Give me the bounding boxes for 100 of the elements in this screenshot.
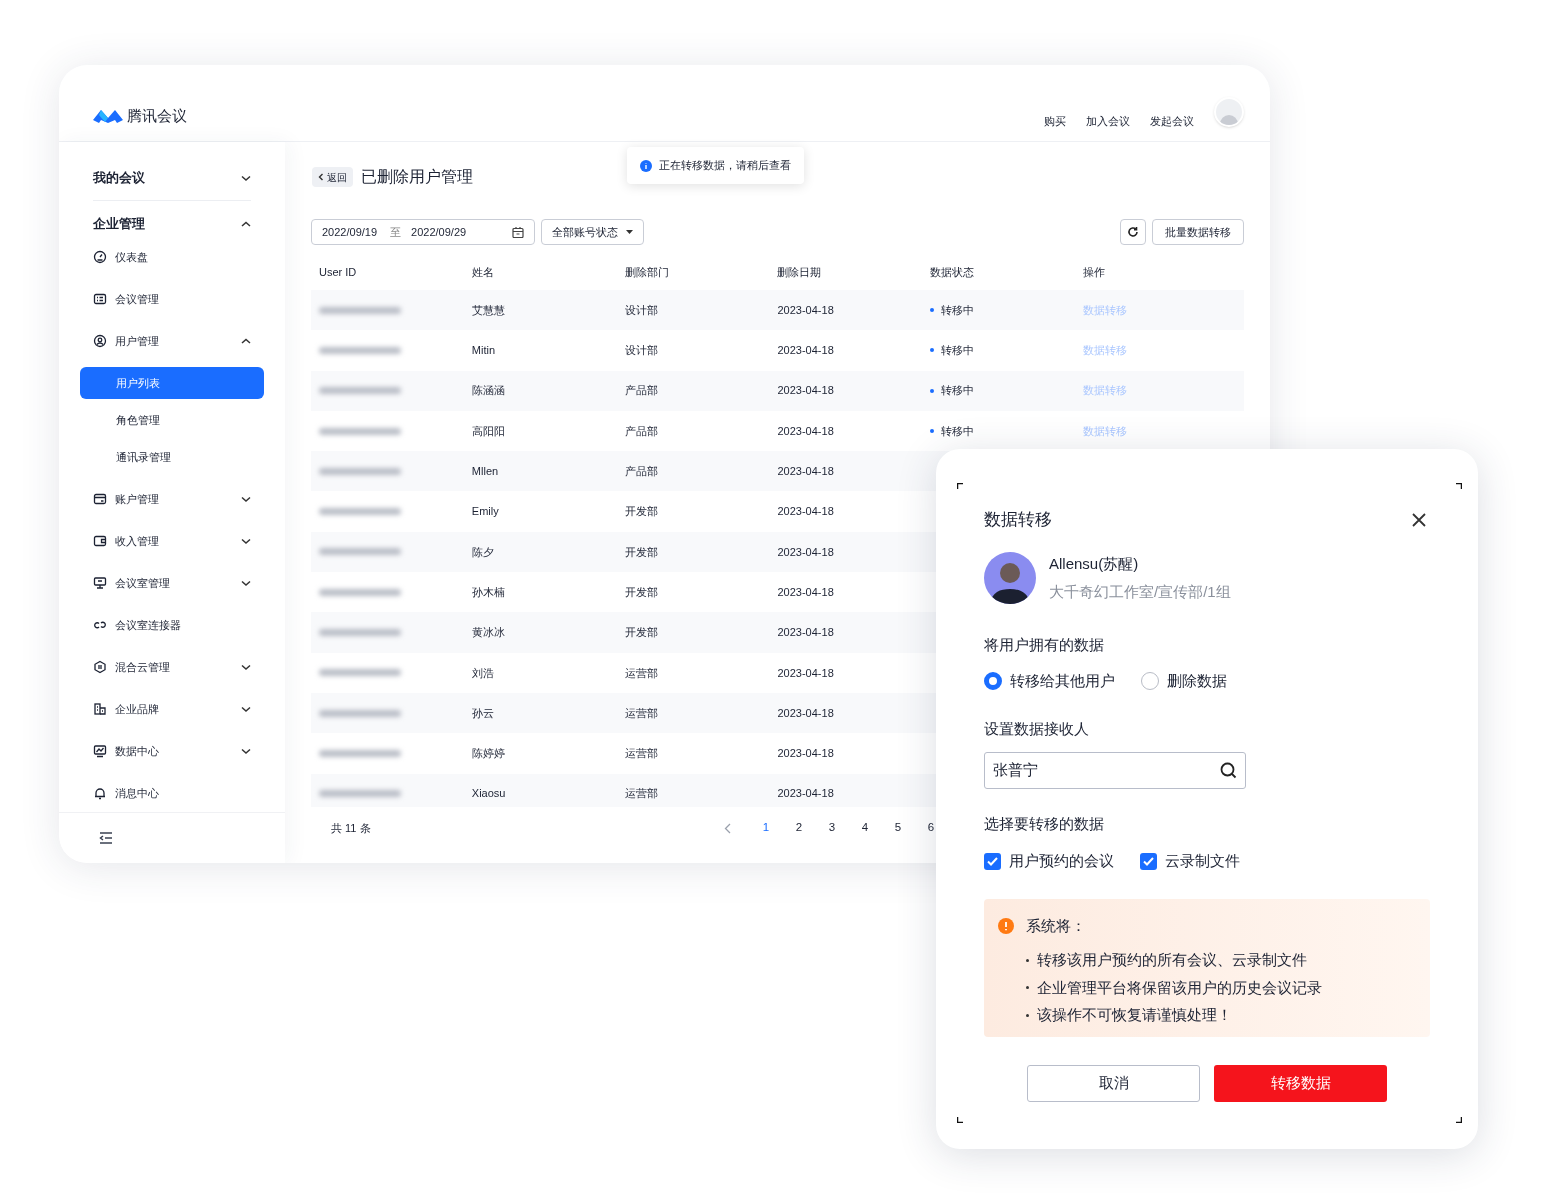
table-cell: 陈涵涵 <box>471 384 505 397</box>
radio-option[interactable]: 删除数据 <box>1141 669 1227 692</box>
card-icon <box>93 492 107 506</box>
table-cell: 2023-04-18 <box>777 585 834 598</box>
monitor-icon <box>93 576 107 590</box>
table-cell: 高阳阳 <box>471 424 505 437</box>
sidebar-item[interactable]: 会议室连接器 <box>80 604 264 646</box>
sidebar-item[interactable]: 消息中心 <box>80 772 264 812</box>
sidebar-item[interactable]: 数据中心 <box>80 730 264 772</box>
chevron-up-icon <box>241 337 251 345</box>
nav-link[interactable]: 加入会议 <box>1086 112 1130 129</box>
collapse-menu-icon[interactable] <box>99 832 113 844</box>
toast-message: 正在转移数据，请稍后查看 <box>659 158 791 174</box>
table-cell: 2023-04-18 <box>777 626 834 639</box>
start-date: 2022/09/19 <box>322 224 378 240</box>
table-cell: 运营部 <box>624 666 658 679</box>
sidebar-item[interactable]: 混合云管理 <box>80 646 264 688</box>
column-header: 姓名 <box>471 264 495 280</box>
table-cell: 孙云 <box>471 706 494 719</box>
sidebar-section[interactable]: 我的会议 <box>80 156 264 200</box>
sidebar-item[interactable]: 账户管理 <box>80 478 264 520</box>
nav-link[interactable]: 购买 <box>1044 112 1066 129</box>
chart-icon <box>93 744 107 758</box>
sidebar-item[interactable]: 用户管理 <box>80 320 264 362</box>
gauge-icon <box>93 250 107 264</box>
chevron-left-icon[interactable] <box>724 822 731 834</box>
warning-icon <box>998 917 1014 934</box>
date-separator: 至 <box>390 224 402 240</box>
transfer-button[interactable]: 转移数据 <box>1214 1064 1387 1102</box>
section-label: 将用户拥有的数据 <box>984 635 1105 655</box>
batch-transfer-button[interactable]: 批量数据转移 <box>1152 219 1244 245</box>
cancel-button[interactable]: 取消 <box>1027 1064 1200 1102</box>
table-cell: 2023-04-18 <box>777 465 834 478</box>
page-button[interactable]: 1 <box>756 819 776 837</box>
user-department: 大千奇幻工作室/宣传部/1组 <box>1049 582 1231 602</box>
chevron-down-icon <box>241 705 251 713</box>
sidebar-subitem[interactable]: 通讯录管理 <box>80 441 264 473</box>
status-text: 转移中 <box>941 302 975 318</box>
search-icon <box>1220 761 1237 779</box>
table-cell: 2023-04-18 <box>777 706 834 719</box>
page-button[interactable]: 3 <box>822 819 842 837</box>
bell-icon <box>93 786 107 800</box>
column-header: 操作 <box>1083 264 1107 280</box>
refresh-icon <box>1127 226 1139 238</box>
table-cell: 2023-04-18 <box>777 787 834 800</box>
table-cell: 艾慧慧 <box>471 303 505 316</box>
nav-link[interactable]: 发起会议 <box>1150 112 1194 129</box>
table-cell: 产品部 <box>624 465 658 478</box>
check-icon <box>987 856 998 866</box>
table-cell: 运营部 <box>624 747 658 760</box>
corner-mark-icon <box>957 483 963 489</box>
table-cell: 陈婷婷 <box>471 747 505 760</box>
table-cell: 开发部 <box>624 505 658 518</box>
bullet-icon <box>1026 986 1029 990</box>
chevron-down-icon <box>241 663 251 671</box>
check-icon <box>1143 856 1154 866</box>
hexagon-icon <box>93 660 107 674</box>
page-title: 已删除用户管理 <box>361 167 473 187</box>
bullet-icon <box>1026 958 1029 962</box>
chevron-down-icon <box>241 579 251 587</box>
status-filter-dropdown[interactable]: 全部账号状态 <box>541 219 644 245</box>
table-cell: 2023-04-18 <box>777 505 834 518</box>
table-cell: 2023-04-18 <box>777 666 834 679</box>
sidebar-item[interactable]: 会议室管理 <box>80 562 264 604</box>
close-button[interactable] <box>1412 513 1426 527</box>
radio-option[interactable]: 转移给其他用户 <box>984 669 1115 692</box>
chevron-down-icon <box>241 537 251 545</box>
page-button[interactable]: 4 <box>855 819 875 837</box>
chevron-down-icon <box>241 495 251 503</box>
sidebar-subitem[interactable]: 角色管理 <box>80 404 264 436</box>
caret-down-icon <box>626 230 633 234</box>
table-cell: 设计部 <box>624 303 658 316</box>
corner-mark-icon <box>1456 1117 1462 1123</box>
page-button[interactable]: 6 <box>921 819 941 837</box>
table-cell: Xiaosu <box>471 787 506 800</box>
recipient-search-field[interactable]: 张普宁 <box>984 751 1246 789</box>
table-cell: 2023-04-18 <box>777 384 834 397</box>
table-cell: 产品部 <box>624 424 658 437</box>
date-range-picker[interactable]: 2022/09/19 至 2022/09/29 <box>311 219 535 245</box>
section-label: 选择要转移的数据 <box>984 813 1105 834</box>
status-text: 转移中 <box>941 383 975 399</box>
sidebar-subitem[interactable]: 用户列表 <box>80 367 264 399</box>
app-name: 腾讯会议 <box>127 105 187 126</box>
bullet-icon <box>1026 1013 1029 1017</box>
back-button[interactable]: 返回 <box>312 167 353 187</box>
table-cell: 运营部 <box>624 787 658 800</box>
checkbox-option[interactable]: 用户预约的会议 <box>984 850 1114 873</box>
corner-mark-icon <box>957 1117 963 1123</box>
user-circle-icon <box>93 334 107 348</box>
refresh-button[interactable] <box>1120 219 1146 245</box>
table-cell: 运营部 <box>624 706 658 719</box>
checkbox-option[interactable]: 云录制文件 <box>1140 850 1240 873</box>
info-icon <box>640 159 652 172</box>
page-button[interactable]: 2 <box>789 819 809 837</box>
table-cell: 2023-04-18 <box>777 344 834 357</box>
page-button[interactable]: 5 <box>888 819 908 837</box>
notice-item: 转移该用户预约的所有会议、云录制文件 <box>1037 950 1307 970</box>
sidebar-item[interactable]: 收入管理 <box>80 520 264 562</box>
sidebar-item[interactable]: 会议管理 <box>80 278 264 320</box>
sidebar-item[interactable]: 企业品牌 <box>80 688 264 730</box>
